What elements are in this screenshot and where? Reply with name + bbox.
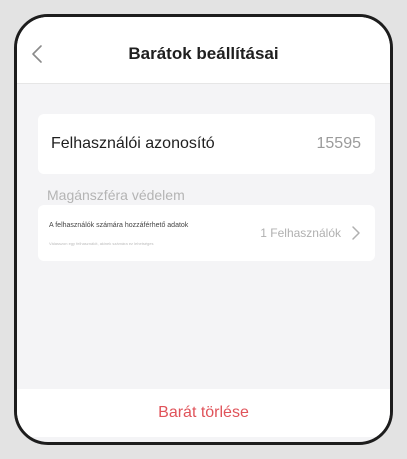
phone-frame: Barátok beállításai Felhasználói azonosí… xyxy=(14,14,393,445)
user-id-label: Felhasználói azonosító xyxy=(51,135,215,152)
accessible-data-row[interactable]: A felhasználók számára hozzáférhető adat… xyxy=(38,205,375,261)
privacy-section-title: Magánszféra védelem xyxy=(47,187,185,203)
delete-friend-label: Barát törlése xyxy=(158,404,249,421)
delete-friend-button[interactable]: Barát törlése xyxy=(17,389,390,437)
accessible-data-description: Válasszon egy felhasználót, akinek számá… xyxy=(49,241,154,246)
page-title: Barátok beállításai xyxy=(128,44,279,63)
accessible-data-label: A felhasználók számára hozzáférhető adat… xyxy=(49,222,189,229)
chevron-right-icon xyxy=(352,226,360,240)
user-id-row: Felhasználói azonosító 15595 xyxy=(38,114,375,174)
nav-header: Barátok beállításai xyxy=(17,17,390,84)
user-id-value: 15595 xyxy=(316,135,362,152)
accessible-data-value: 1 Felhasználók xyxy=(260,226,341,240)
